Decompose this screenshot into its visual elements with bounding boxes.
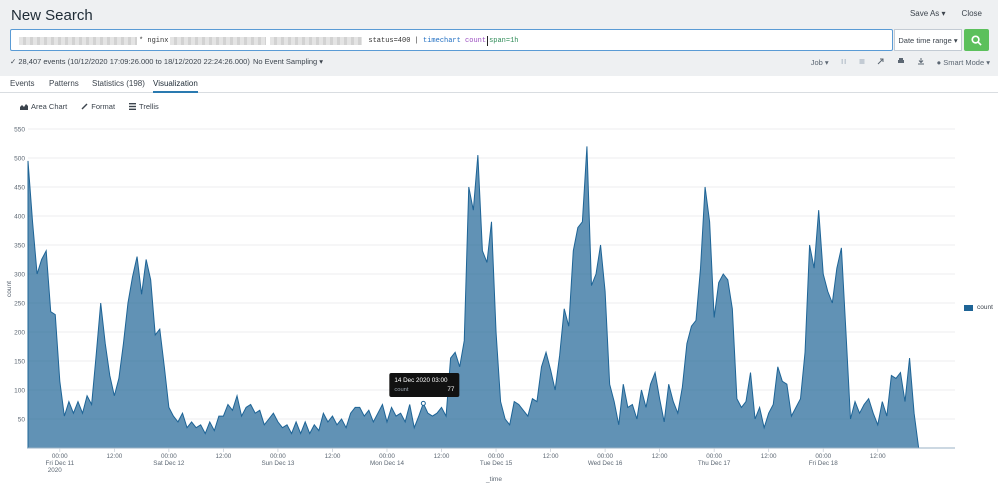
y-tick-label: 200 [14, 330, 25, 337]
x-tick-date: Mon Dec 14 [370, 460, 404, 467]
y-tick-label: 50 [18, 417, 26, 424]
y-axis-label: count [6, 281, 13, 297]
y-axis: 50 100 150 200 250 300 350 400 450 500 550 [14, 127, 25, 424]
y-tick-label: 100 [14, 388, 25, 395]
query-part-1: * nginx [139, 37, 169, 45]
job-controls: Job ▾ ● Smart Mode ▾ [811, 57, 990, 67]
smart-mode-label: Smart Mode ▾ [943, 57, 990, 67]
event-sampling-dropdown[interactable]: No Event Sampling ▾ [253, 57, 323, 66]
x-tick-label: 00:00 [706, 453, 722, 460]
x-axis-label: _time [485, 476, 502, 483]
query-function: count [465, 37, 487, 45]
search-header: New Search Save As ▾ Close * nginx statu… [0, 0, 998, 76]
x-tick-label: 00:00 [815, 453, 831, 460]
export-icon[interactable] [917, 57, 925, 67]
search-tabs: Events Patterns Statistics (198) Visuali… [0, 76, 998, 93]
save-as-button[interactable]: Save As ▾ [910, 9, 946, 18]
x-tick-label: 12:00 [106, 453, 122, 460]
chart-gridlines [28, 128, 955, 420]
tab-patterns[interactable]: Patterns [49, 79, 79, 88]
tooltip-label: count [394, 387, 409, 393]
y-tick-label: 500 [14, 156, 25, 163]
search-input[interactable]: * nginx status=400 | timechart count spa… [10, 29, 893, 51]
close-button[interactable]: Close [962, 9, 982, 18]
x-tick-label: 00:00 [161, 453, 177, 460]
tooltip-background [389, 373, 460, 397]
page-title: New Search [11, 7, 93, 24]
query-part-2: status=400 | [368, 37, 419, 45]
x-tick-label: 00:00 [379, 453, 395, 460]
event-count: ✓ 28,407 events (10/12/2020 17:09:26.000… [10, 57, 250, 66]
x-tick-date: Sun Dec 13 [261, 460, 294, 467]
format-button[interactable]: Format [81, 102, 115, 111]
smart-mode-dropdown[interactable]: ● Smart Mode ▾ [937, 58, 990, 67]
tab-events[interactable]: Events [10, 79, 34, 88]
y-tick-label: 400 [14, 214, 25, 221]
search-query[interactable]: * nginx status=400 | timechart count spa… [17, 36, 518, 46]
x-axis: 00:00Fri Dec 11202012:00 00:00Sat Dec 121… [46, 448, 886, 474]
count-series-area [27, 146, 955, 449]
y-tick-label: 300 [14, 272, 25, 279]
share-icon[interactable] [877, 57, 885, 67]
area-chart-icon [20, 104, 28, 110]
x-tick-label: 00:00 [52, 453, 68, 460]
x-tick-date: Fri Dec 18 [809, 460, 839, 467]
search-icon [971, 34, 982, 46]
tooltip-time: 14 Dec 2020 03:00 [394, 377, 448, 384]
pin-icon: ● [936, 57, 942, 67]
x-tick-year: 2020 [48, 467, 63, 474]
redacted-text [170, 37, 267, 45]
x-tick-date: Thu Dec 17 [698, 460, 731, 467]
x-tick-label: 12:00 [870, 453, 886, 460]
job-status-row: ✓ 28,407 events (10/12/2020 17:09:26.000… [10, 57, 990, 69]
legend-swatch [964, 304, 973, 311]
format-label: Format [91, 102, 116, 111]
y-tick-label: 350 [14, 243, 25, 250]
redacted-text [270, 37, 363, 45]
query-command: timechart [423, 37, 461, 45]
x-tick-label: 12:00 [652, 453, 668, 460]
pause-icon[interactable] [841, 58, 847, 67]
x-tick-label: 00:00 [488, 453, 504, 460]
y-tick-label: 450 [14, 185, 25, 192]
stop-icon[interactable] [859, 58, 865, 67]
x-tick-label: 12:00 [325, 453, 341, 460]
trellis-label: Trellis [139, 102, 159, 111]
x-tick-label: 00:00 [270, 453, 286, 460]
search-button[interactable] [964, 29, 989, 51]
text-cursor [487, 36, 489, 46]
x-tick-label: 12:00 [543, 453, 559, 460]
x-tick-date: Fri Dec 11 [46, 460, 75, 467]
tab-visualization[interactable]: Visualization [153, 79, 198, 93]
y-tick-label: 150 [14, 359, 25, 366]
area-chart-label: Area Chart [31, 102, 68, 111]
x-tick-label: 12:00 [434, 453, 450, 460]
x-tick-label: 12:00 [761, 453, 777, 460]
visualization-toolbar: Area Chart Format Trellis [20, 102, 159, 111]
x-tick-date: Sat Dec 12 [153, 460, 185, 467]
x-tick-label: 12:00 [216, 453, 232, 460]
y-tick-label: 550 [14, 127, 25, 134]
x-tick-date: Tue Dec 15 [480, 460, 513, 467]
x-tick-date: Wed Dec 16 [588, 460, 623, 467]
x-tick-label: 00:00 [597, 453, 613, 460]
chart-tooltip: 14 Dec 2020 03:00 count 77 [389, 373, 460, 406]
legend-label: count [977, 304, 993, 311]
query-argument: span=1h [489, 37, 519, 45]
trellis-button[interactable]: Trellis [129, 102, 159, 111]
y-tick-label: 250 [14, 301, 25, 308]
area-chart-button[interactable]: Area Chart [20, 102, 67, 111]
time-range-picker[interactable]: Date time range ▾ [894, 29, 962, 51]
redacted-text [19, 37, 137, 45]
tab-statistics[interactable]: Statistics (198) [92, 79, 145, 88]
print-icon[interactable] [897, 57, 905, 67]
tooltip-marker [420, 400, 426, 406]
top-actions: Save As ▾ Close [910, 9, 982, 18]
job-menu[interactable]: Job ▾ [811, 58, 829, 67]
chart-legend[interactable]: count [964, 304, 993, 311]
brush-icon [81, 103, 88, 110]
tooltip-value: 77 [447, 386, 455, 393]
trellis-icon [129, 103, 137, 110]
